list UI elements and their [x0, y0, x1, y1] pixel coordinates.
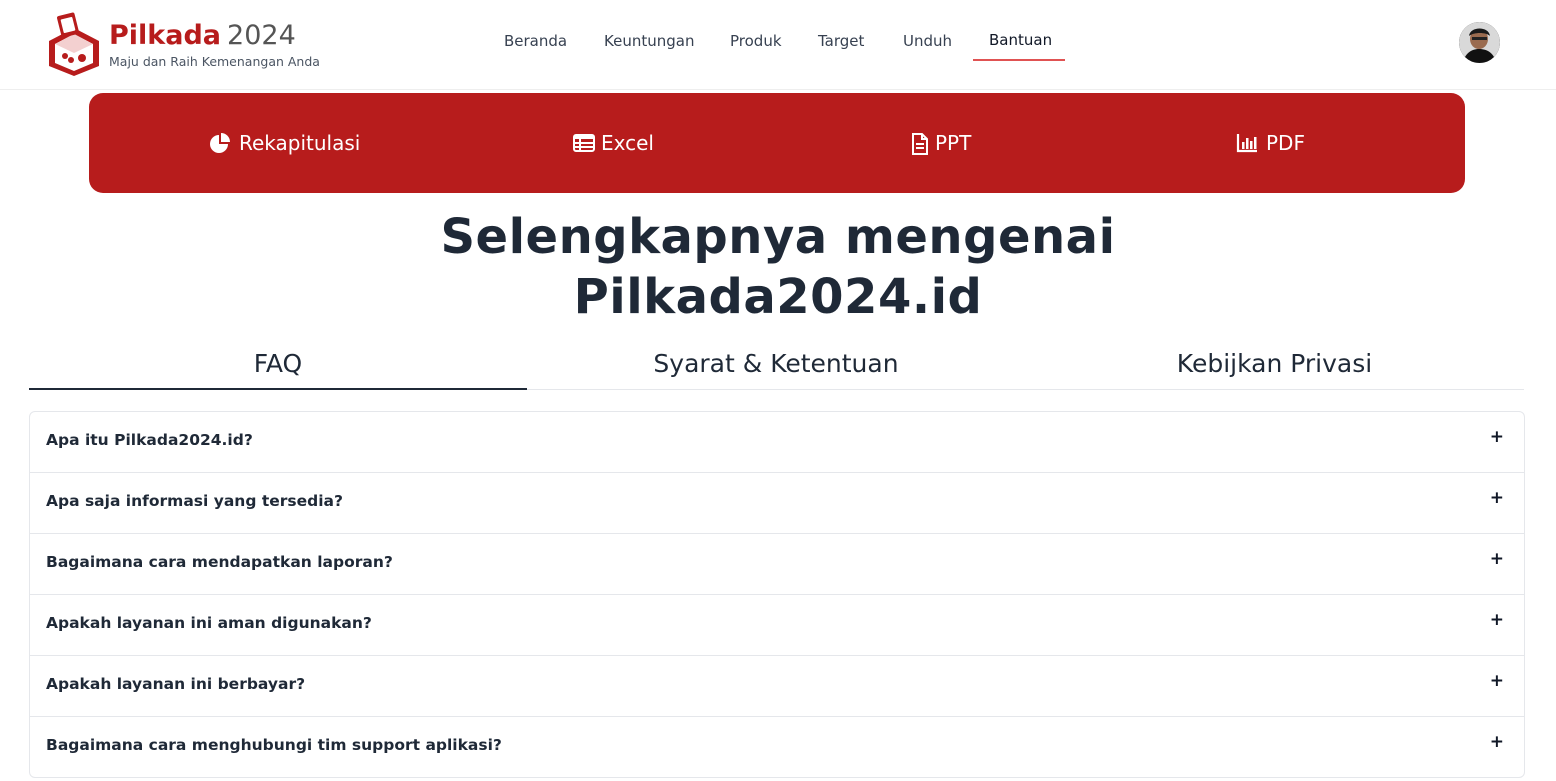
faq-question: Apa itu Pilkada2024.id? [46, 431, 253, 449]
pdf-label: PDF [1266, 131, 1305, 155]
top-header: Pilkada 2024 Maju dan Raih Kemenangan And… [0, 0, 1556, 90]
user-avatar[interactable] [1459, 22, 1500, 63]
faq-item[interactable]: Bagaimana cara menghubungi tim support a… [30, 717, 1524, 777]
nav-item-keuntungan[interactable]: Keuntungan [604, 31, 694, 55]
nav-item-bantuan[interactable]: Bantuan [989, 30, 1052, 54]
brand-tagline: Maju dan Raih Kemenangan Anda [109, 54, 320, 69]
nav-item-target[interactable]: Target [818, 31, 864, 55]
brand-title[interactable]: Pilkada 2024 [109, 20, 320, 52]
export-banner: Rekapitulasi Excel PPT PDF [89, 93, 1465, 193]
page-title-line-1: Selengkapnya mengenai [440, 209, 1116, 265]
faq-item[interactable]: Bagaimana cara mendapatkan laporan? + [30, 534, 1524, 595]
faq-question: Apakah layanan ini berbayar? [46, 675, 306, 693]
tab-faq[interactable]: FAQ [29, 348, 527, 390]
tab-active-indicator [29, 388, 527, 390]
faq-question: Bagaimana cara menghubungi tim support a… [46, 736, 502, 754]
plus-icon[interactable]: + [1490, 732, 1504, 752]
brand: Pilkada 2024 Maju dan Raih Kemenangan And… [109, 20, 320, 69]
faq-accordion: Apa itu Pilkada2024.id? + Apa saja infor… [29, 411, 1525, 778]
table-icon [573, 134, 595, 152]
page-title-line-2: Pilkada2024.id [573, 269, 983, 325]
rekapitulasi-label: Rekapitulasi [239, 131, 361, 155]
faq-item[interactable]: Apa itu Pilkada2024.id? + [30, 412, 1524, 473]
brand-year: 2024 [227, 20, 296, 51]
ballot-box-logo-icon[interactable] [47, 12, 101, 76]
plus-icon[interactable]: + [1490, 549, 1504, 569]
faq-question: Apakah layanan ini aman digunakan? [46, 614, 372, 632]
nav-item-beranda[interactable]: Beranda [504, 31, 567, 55]
plus-icon[interactable]: + [1490, 671, 1504, 691]
faq-item[interactable]: Apakah layanan ini aman digunakan? + [30, 595, 1524, 656]
tab-syarat-ketentuan[interactable]: Syarat & Ketentuan [527, 348, 1025, 390]
faq-item[interactable]: Apakah layanan ini berbayar? + [30, 656, 1524, 717]
pie-chart-icon [210, 133, 230, 153]
nav-active-indicator [973, 59, 1065, 61]
faq-item[interactable]: Apa saja informasi yang tersedia? + [30, 473, 1524, 534]
document-icon [912, 133, 928, 155]
excel-label: Excel [601, 131, 654, 155]
faq-question: Bagaimana cara mendapatkan laporan? [46, 553, 393, 571]
plus-icon[interactable]: + [1490, 488, 1504, 508]
plus-icon[interactable]: + [1490, 610, 1504, 630]
ppt-label: PPT [935, 131, 972, 155]
plus-icon[interactable]: + [1490, 427, 1504, 447]
bar-chart-icon [1236, 134, 1257, 153]
faq-question: Apa saja informasi yang tersedia? [46, 492, 343, 510]
page-title: Selengkapnya mengenai Pilkada2024.id [0, 207, 1556, 327]
tab-kebijakan-privasi[interactable]: Kebijkan Privasi [1025, 348, 1524, 390]
nav-item-produk[interactable]: Produk [730, 31, 782, 55]
nav-item-unduh[interactable]: Unduh [903, 31, 952, 55]
brand-name: Pilkada [109, 20, 222, 51]
